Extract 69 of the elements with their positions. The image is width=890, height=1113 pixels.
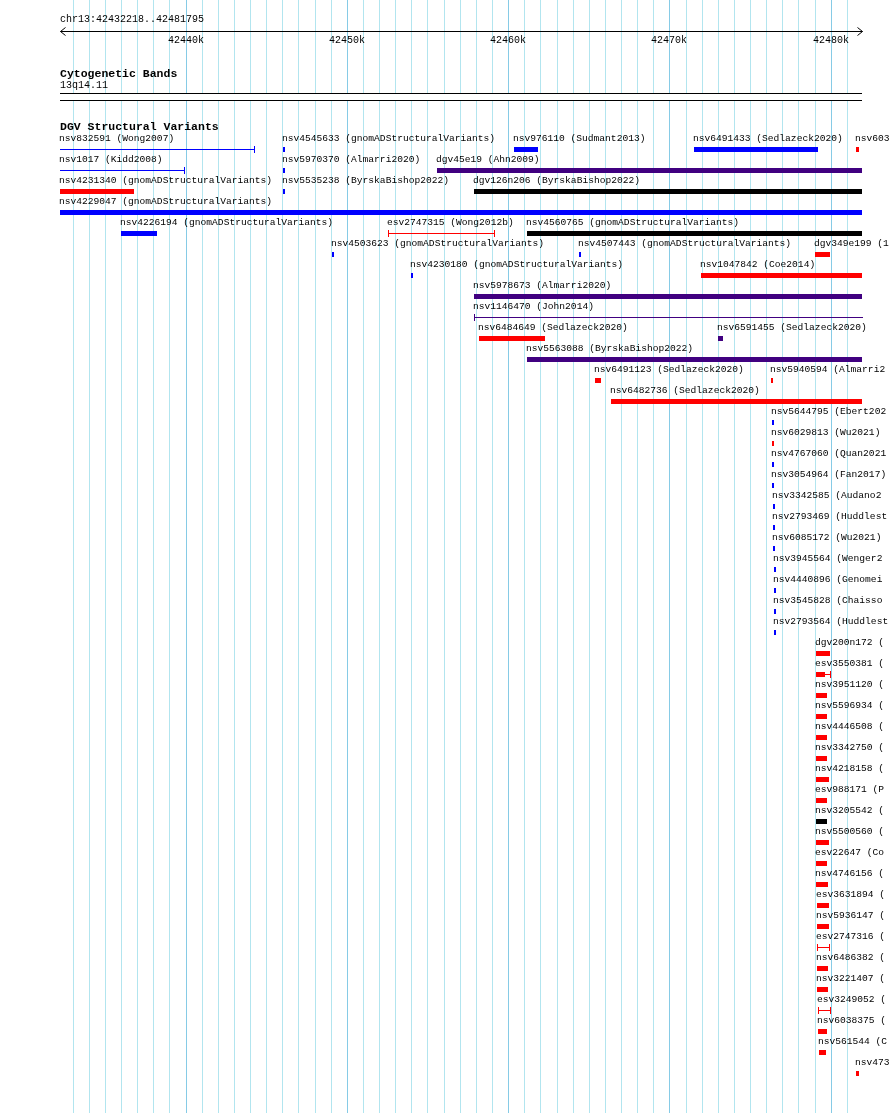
- feature-label: nsv1017 (Kidd2008): [59, 154, 163, 165]
- feature-label: nsv4229047 (gnomADStructuralVariants): [59, 196, 273, 207]
- band-label: 13q14.11: [60, 80, 108, 91]
- feature-label: nsv3221407 (: [816, 973, 886, 984]
- feature-label: dgv45e19 (Ahn2009): [436, 154, 540, 165]
- feature-label: dgv126n206 (ByrskaBishop2022): [473, 175, 640, 186]
- feature-label: nsv4226194 (gnomADStructuralVariants): [120, 217, 334, 228]
- tick-label: 42460k: [490, 35, 526, 46]
- feature-label: nsv5978673 (Almarri2020): [473, 280, 612, 291]
- feature-label: esv2747315 (Wong2012b): [387, 217, 514, 228]
- feature-label: nsv6484649 (Sedlazeck2020): [478, 322, 628, 333]
- feature-label: esv22647 (Co: [815, 847, 885, 858]
- feature-label: nsv603: [855, 133, 890, 144]
- feature-label: nsv3545828 (Chaisso: [773, 595, 883, 606]
- feature-label: nsv6482736 (Sedlazeck2020): [610, 385, 760, 396]
- feature-label: nsv4746156 (: [815, 868, 885, 879]
- feature-label: nsv5563088 (ByrskaBishop2022): [526, 343, 693, 354]
- feature-label: nsv4446508 (: [815, 721, 885, 732]
- feature-label: nsv4218158 (: [815, 763, 885, 774]
- tick-label: 42440k: [168, 35, 204, 46]
- feature-label: nsv6591455 (Sedlazeck2020): [717, 322, 867, 333]
- feature-label: esv3631894 (: [816, 889, 886, 900]
- feature-label: nsv4231340 (gnomADStructuralVariants): [59, 175, 273, 186]
- feature-label: esv2747316 (: [816, 931, 886, 942]
- feature-label: nsv5644795 (Ebert202: [771, 406, 887, 417]
- track-title: Cytogenetic Bands: [60, 68, 178, 80]
- feature-label: nsv3205542 (: [815, 805, 885, 816]
- feature-label: nsv473: [855, 1057, 890, 1068]
- feature-label: nsv3342750 (: [815, 742, 885, 753]
- feature-label: nsv832591 (Wong2007): [59, 133, 175, 144]
- feature-label: nsv2793469 (Huddlest: [772, 511, 888, 522]
- feature-label: nsv4503623 (gnomADStructuralVariants): [331, 238, 545, 249]
- feature-label: nsv5596934 (: [815, 700, 885, 711]
- feature-label: nsv976110 (Sudmant2013): [513, 133, 646, 144]
- feature-label: nsv5940594 (Almarri2: [770, 364, 886, 375]
- feature-label: nsv4230180 (gnomADStructuralVariants): [410, 259, 624, 270]
- feature-label: nsv6038375 (: [817, 1015, 887, 1026]
- tick-label: 42470k: [651, 35, 687, 46]
- feature-label: nsv2793564 (Huddlest: [773, 616, 889, 627]
- track-title: DGV Structural Variants: [60, 121, 219, 133]
- feature-label: nsv4560765 (gnomADStructuralVariants): [526, 217, 740, 228]
- feature-label: nsv5535238 (ByrskaBishop2022): [282, 175, 449, 186]
- feature-label: nsv5936147 (: [816, 910, 886, 921]
- feature-label: nsv6029813 (Wu2021): [771, 427, 881, 438]
- feature-label: nsv3342585 (Audano2: [772, 490, 882, 501]
- feature-label: esv3249052 (: [817, 994, 887, 1005]
- feature-label: nsv5500560 (: [815, 826, 885, 837]
- feature-label: esv3550381 (: [815, 658, 885, 669]
- feature-label: nsv1146470 (John2014): [473, 301, 594, 312]
- tick-label: 42480k: [813, 35, 849, 46]
- feature-label: esv988171 (P: [815, 784, 885, 795]
- feature-label: dgv200n172 (: [815, 637, 885, 648]
- feature-label: dgv349e199 (1: [814, 238, 889, 249]
- location-label: chr13:42432218..42481795: [60, 14, 205, 25]
- feature-label: nsv561544 (C: [818, 1036, 888, 1047]
- feature-label: nsv4440896 (Genomei: [773, 574, 883, 585]
- feature-label: nsv3054964 (Fan2017): [771, 469, 887, 480]
- feature-label: nsv5970370 (Almarri2020): [282, 154, 421, 165]
- feature-label: nsv6085172 (Wu2021): [772, 532, 882, 543]
- feature-label: nsv4545633 (gnomADStructuralVariants): [282, 133, 496, 144]
- feature-label: nsv4767060 (Quan2021: [771, 448, 887, 459]
- feature-label: nsv6491433 (Sedlazeck2020): [693, 133, 843, 144]
- feature-label: nsv6486382 (: [816, 952, 886, 963]
- feature-label: nsv3945564 (Wenger2: [773, 553, 883, 564]
- feature-label: nsv6491123 (Sedlazeck2020): [594, 364, 744, 375]
- feature-label: nsv1047842 (Coe2014): [700, 259, 816, 270]
- feature-label: nsv3951120 (: [815, 679, 885, 690]
- tick-label: 42450k: [329, 35, 365, 46]
- feature-label: nsv4507443 (gnomADStructuralVariants): [578, 238, 792, 249]
